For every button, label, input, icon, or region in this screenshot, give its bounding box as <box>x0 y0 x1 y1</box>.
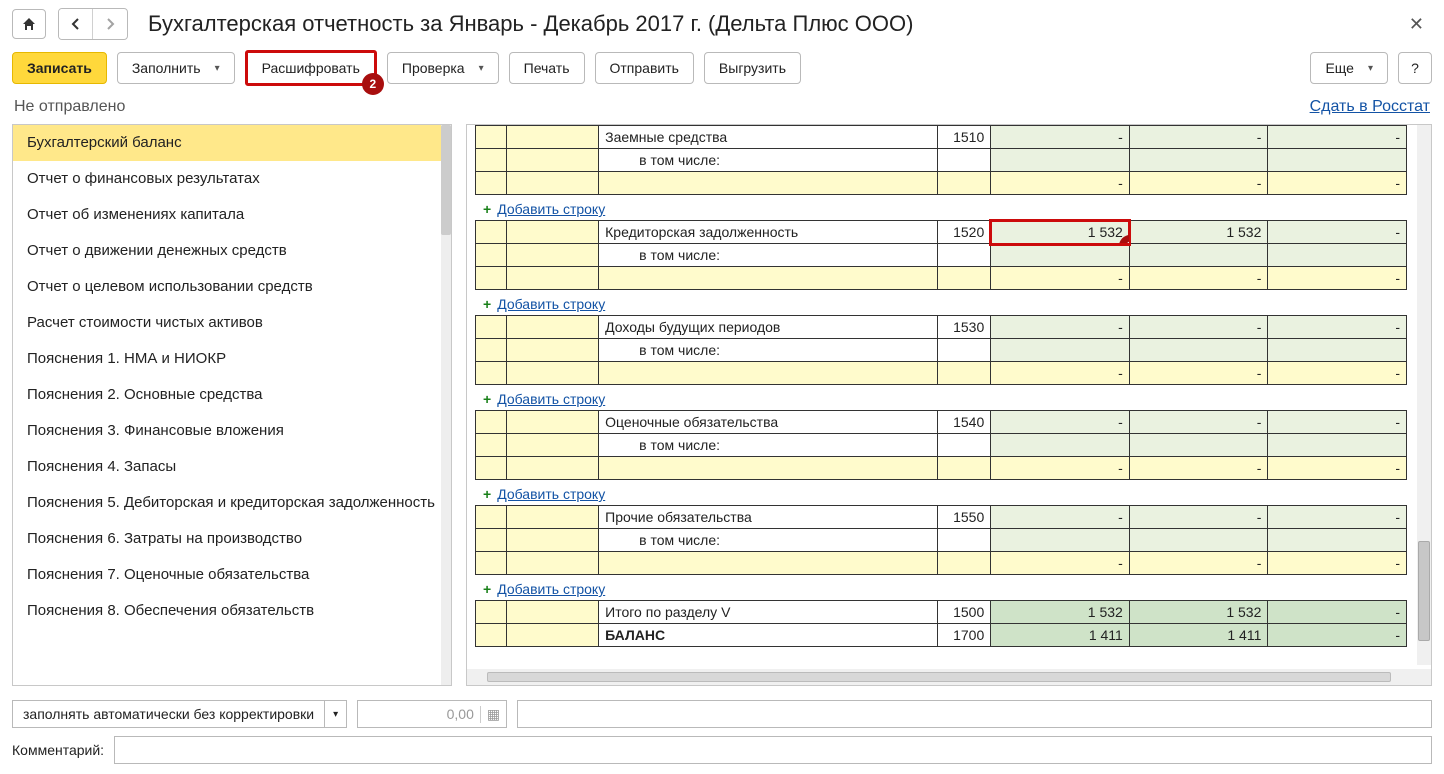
value-field[interactable]: 0,00 ▦ <box>357 700 507 728</box>
plus-icon: + <box>483 486 491 502</box>
more-button[interactable]: Еще <box>1310 52 1388 84</box>
sidebar-item-balance[interactable]: Бухгалтерский баланс <box>13 125 451 161</box>
main-vscrollbar[interactable] <box>1417 125 1431 665</box>
table-row[interactable]: Оценочные обязательства 1540 - - - <box>476 411 1407 434</box>
table-row[interactable]: --- <box>476 172 1407 195</box>
forward-button[interactable] <box>93 9 127 39</box>
table-row[interactable]: --- <box>476 267 1407 290</box>
sidebar-item-note8[interactable]: Пояснения 8. Обеспечения обязательств <box>13 593 451 629</box>
help-button[interactable]: ? <box>1398 52 1432 84</box>
sidebar-item-note2[interactable]: Пояснения 2. Основные средства <box>13 377 451 413</box>
table-row[interactable]: в том числе: <box>476 529 1407 552</box>
plus-icon: + <box>483 581 491 597</box>
table-row[interactable]: в том числе: <box>476 244 1407 267</box>
sidebar-item-note7[interactable]: Пояснения 7. Оценочные обязательства <box>13 557 451 593</box>
decode-button[interactable]: Расшифровать <box>248 53 374 83</box>
table-row[interactable]: --- <box>476 362 1407 385</box>
chevron-down-icon[interactable]: ▾ <box>324 701 346 727</box>
table-row[interactable]: Прочие обязательства 1550 - - - <box>476 506 1407 529</box>
plus-icon: + <box>483 201 491 217</box>
back-button[interactable] <box>59 9 93 39</box>
section-sidebar: Бухгалтерский баланс Отчет о финансовых … <box>12 124 452 686</box>
submit-rosstat-link[interactable]: Сдать в Росстат <box>1310 98 1430 116</box>
main-hscrollbar[interactable] <box>467 669 1431 685</box>
add-row-link[interactable]: Добавить строку <box>497 296 605 312</box>
print-button[interactable]: Печать <box>509 52 585 84</box>
plus-icon: + <box>483 296 491 312</box>
sidebar-item-capital[interactable]: Отчет об изменениях капитала <box>13 197 451 233</box>
table-row[interactable]: Заемные средства 1510 - - - <box>476 126 1407 149</box>
table-row-total[interactable]: Итого по разделу V 1500 1 532 1 532 - <box>476 601 1407 624</box>
status-text: Не отправлено <box>14 98 125 116</box>
decode-highlight: Расшифровать 2 <box>245 50 377 86</box>
table-row[interactable]: в том числе: <box>476 339 1407 362</box>
table-row-balance[interactable]: БАЛАНС 1700 1 411 1 411 - <box>476 624 1407 647</box>
home-button[interactable] <box>12 9 46 39</box>
cell-1520-v1[interactable]: 1 5321 <box>991 221 1130 244</box>
add-row-link[interactable]: Добавить строку <box>497 581 605 597</box>
send-button[interactable]: Отправить <box>595 52 694 84</box>
aux-input[interactable] <box>517 700 1432 728</box>
fill-button[interactable]: Заполнить <box>117 52 235 84</box>
sidebar-item-note5[interactable]: Пояснения 5. Дебиторская и кредиторская … <box>13 485 451 521</box>
arrow-right-icon <box>103 17 117 31</box>
table-row[interactable]: в том числе: <box>476 434 1407 457</box>
table-row[interactable]: в том числе: <box>476 149 1407 172</box>
sidebar-item-targetuse[interactable]: Отчет о целевом использовании средств <box>13 269 451 305</box>
sidebar-item-note6[interactable]: Пояснения 6. Затраты на производство <box>13 521 451 557</box>
calculator-icon[interactable]: ▦ <box>480 706 500 723</box>
table-row[interactable]: --- <box>476 552 1407 575</box>
sidebar-item-note3[interactable]: Пояснения 3. Финансовые вложения <box>13 413 451 449</box>
table-row[interactable]: --- <box>476 457 1407 480</box>
save-button[interactable]: Записать <box>12 52 107 84</box>
table-row[interactable]: Доходы будущих периодов 1530 - - - <box>476 316 1407 339</box>
add-row-link[interactable]: Добавить строку <box>497 486 605 502</box>
badge-2: 2 <box>362 73 384 95</box>
table-row[interactable]: Кредиторская задолженность 1520 1 5321 1… <box>476 221 1407 244</box>
check-button[interactable]: Проверка <box>387 52 499 84</box>
export-button[interactable]: Выгрузить <box>704 52 801 84</box>
plus-icon: + <box>483 391 491 407</box>
arrow-left-icon <box>69 17 83 31</box>
comment-label: Комментарий: <box>12 742 104 758</box>
sidebar-item-cashflow[interactable]: Отчет о движении денежных средств <box>13 233 451 269</box>
sidebar-item-note1[interactable]: Пояснения 1. НМА и НИОКР <box>13 341 451 377</box>
sidebar-item-note4[interactable]: Пояснения 4. Запасы <box>13 449 451 485</box>
add-row-link[interactable]: Добавить строку <box>497 391 605 407</box>
report-main: Заемные средства 1510 - - - в том числе:… <box>466 124 1432 686</box>
close-button[interactable]: ✕ <box>1401 10 1432 39</box>
sidebar-scrollbar[interactable] <box>441 125 451 685</box>
page-title: Бухгалтерская отчетность за Январь - Дек… <box>140 11 1389 37</box>
sidebar-item-finresults[interactable]: Отчет о финансовых результатах <box>13 161 451 197</box>
add-row-link[interactable]: Добавить строку <box>497 201 605 217</box>
comment-input[interactable] <box>114 736 1432 764</box>
sidebar-item-netassets[interactable]: Расчет стоимости чистых активов <box>13 305 451 341</box>
home-icon <box>21 16 37 32</box>
fill-mode-combo[interactable]: заполнять автоматически без корректировк… <box>12 700 347 728</box>
